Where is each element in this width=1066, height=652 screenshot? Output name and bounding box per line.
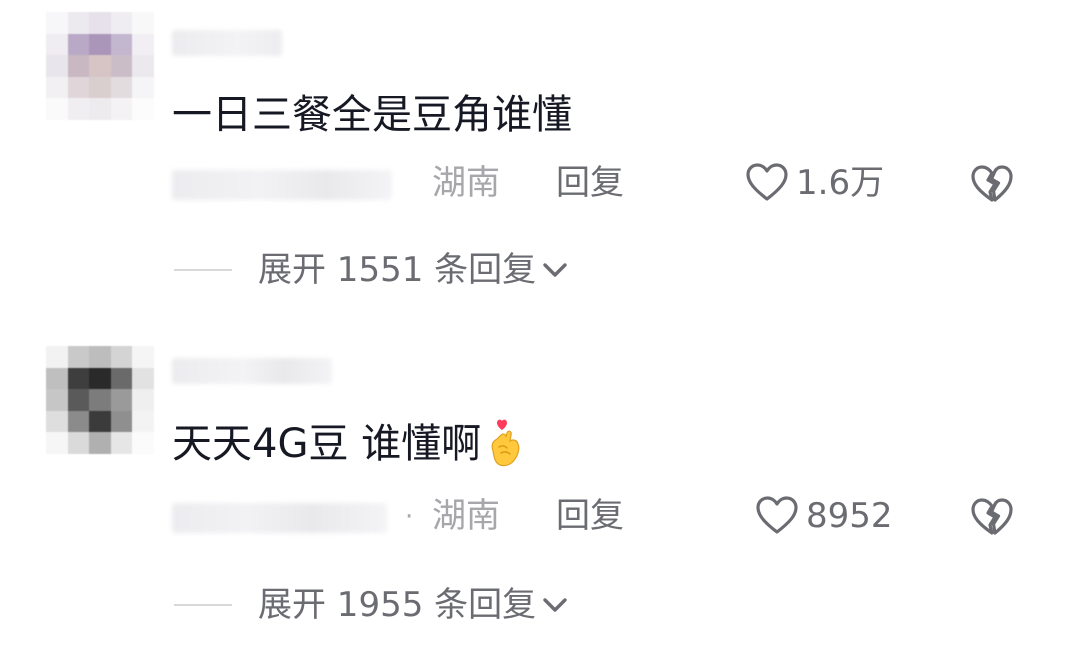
- like-count: 8952: [806, 496, 893, 536]
- heart-outline-icon: [756, 496, 798, 534]
- timestamp-blurred: [172, 503, 387, 533]
- timestamp-blurred: [172, 170, 392, 200]
- divider-line: [174, 604, 232, 606]
- username-blurred[interactable]: [172, 30, 282, 56]
- expand-replies-label: 展开 1955 条回复: [258, 585, 537, 625]
- location-label: 湖南: [432, 163, 500, 203]
- expand-replies-label: 展开 1551 条回复: [258, 250, 537, 290]
- avatar[interactable]: [46, 346, 154, 454]
- like-button[interactable]: 8952: [754, 493, 893, 539]
- comment-text: 天天4G豆 谁懂啊: [172, 417, 527, 471]
- broken-heart-icon[interactable]: [968, 495, 1016, 539]
- finger-heart-emoji: [491, 419, 520, 467]
- avatar[interactable]: [46, 12, 154, 120]
- heart-outline-icon: [746, 163, 788, 201]
- separator-dot: ·: [405, 502, 414, 532]
- chevron-down-icon: [543, 263, 567, 277]
- reply-button[interactable]: 回复: [556, 163, 624, 203]
- comment-text: 一日三餐全是豆角谁懂: [172, 92, 572, 138]
- location-label: 湖南: [432, 496, 500, 536]
- expand-replies-button[interactable]: 展开 1551 条回复: [174, 250, 568, 290]
- divider-line: [174, 269, 232, 271]
- like-count: 1.6万: [796, 163, 885, 203]
- like-button[interactable]: 1.6万: [744, 160, 884, 206]
- username-blurred[interactable]: [172, 358, 332, 384]
- expand-replies-button[interactable]: 展开 1955 条回复: [174, 585, 568, 625]
- reply-button[interactable]: 回复: [556, 496, 624, 536]
- broken-heart-icon[interactable]: [968, 162, 1016, 206]
- chevron-down-icon: [543, 598, 567, 612]
